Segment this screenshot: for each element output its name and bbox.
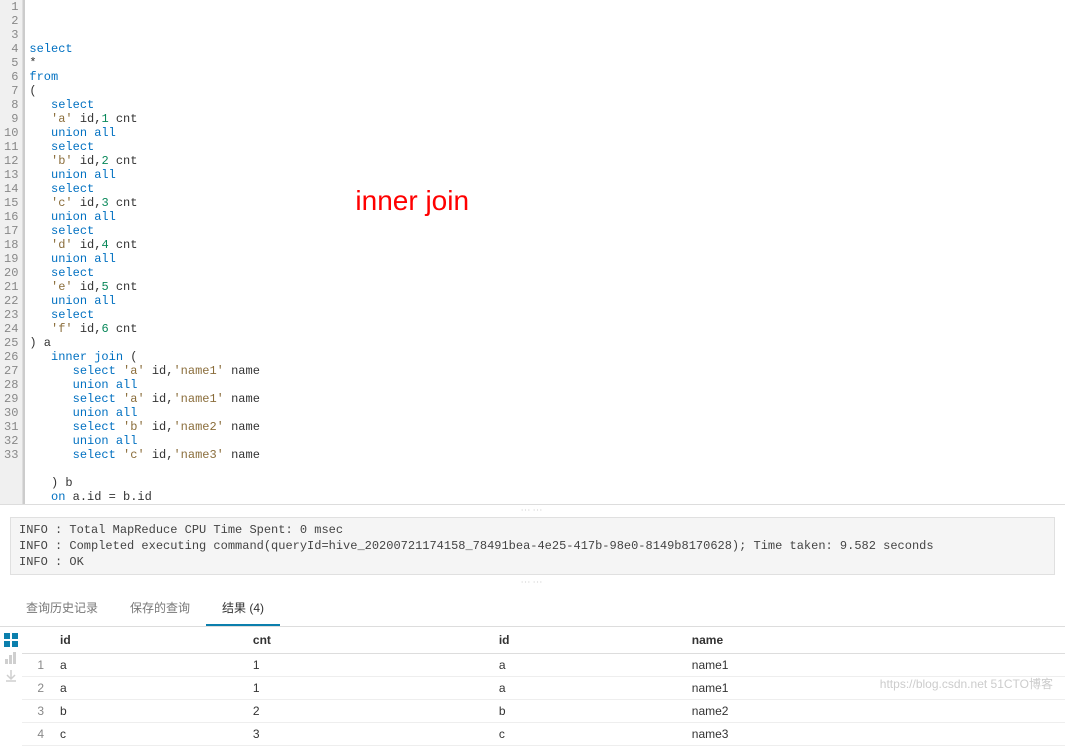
column-header[interactable]: id <box>491 627 684 654</box>
tab-saved[interactable]: 保存的查询 <box>114 591 206 626</box>
cell: 2 <box>245 700 491 723</box>
code-line[interactable]: union all <box>29 406 1065 420</box>
code-line[interactable] <box>29 462 1065 476</box>
cell: c <box>491 723 684 746</box>
code-line[interactable]: select <box>29 182 1065 196</box>
code-line[interactable]: ) b <box>29 476 1065 490</box>
table-row[interactable]: 3b2bname2 <box>22 700 1065 723</box>
download-icon[interactable] <box>4 669 18 683</box>
table-row[interactable]: 1a1aname1 <box>22 654 1065 677</box>
code-line[interactable]: union all <box>29 252 1065 266</box>
code-line[interactable]: ( <box>29 84 1065 98</box>
code-line[interactable]: from <box>29 70 1065 84</box>
code-line[interactable]: select 'b' id,'name2' name <box>29 420 1065 434</box>
grid-icon[interactable] <box>4 633 18 647</box>
code-line[interactable]: 'd' id,4 cnt <box>29 238 1065 252</box>
cell: a <box>491 677 684 700</box>
cell: a <box>52 677 245 700</box>
cell: name2 <box>684 700 1065 723</box>
code-line[interactable]: 'a' id,1 cnt <box>29 112 1065 126</box>
code-line[interactable]: select 'a' id,'name1' name <box>29 392 1065 406</box>
cell: 1 <box>245 654 491 677</box>
code-line[interactable]: ) a <box>29 336 1065 350</box>
code-line[interactable]: select <box>29 308 1065 322</box>
code-area[interactable]: inner join select*from( select 'a' id,1 … <box>23 0 1065 504</box>
tab-history[interactable]: 查询历史记录 <box>10 591 114 626</box>
cell: b <box>491 700 684 723</box>
code-line[interactable]: 'c' id,3 cnt <box>29 196 1065 210</box>
result-tabs: 查询历史记录 保存的查询 结果 (4) <box>0 591 1065 627</box>
cell: c <box>52 723 245 746</box>
code-line[interactable]: union all <box>29 434 1065 448</box>
column-header[interactable]: cnt <box>245 627 491 654</box>
cell: b <box>52 700 245 723</box>
code-line[interactable]: union all <box>29 126 1065 140</box>
code-line[interactable]: union all <box>29 168 1065 182</box>
column-header[interactable]: name <box>684 627 1065 654</box>
code-line[interactable]: select <box>29 266 1065 280</box>
code-line[interactable]: inner join ( <box>29 350 1065 364</box>
code-line[interactable]: 'f' id,6 cnt <box>29 322 1065 336</box>
cell: a <box>491 654 684 677</box>
results-toolbar <box>0 627 22 746</box>
code-line[interactable]: select <box>29 98 1065 112</box>
console-line: INFO : OK <box>19 554 1046 570</box>
cell: 3 <box>245 723 491 746</box>
table-row[interactable]: 4c3cname3 <box>22 723 1065 746</box>
resize-handle[interactable]: ⋯⋯ <box>0 577 1065 587</box>
console-line: INFO : Total MapReduce CPU Time Spent: 0… <box>19 522 1046 538</box>
sql-editor[interactable]: 1234567891011121314151617181920212223242… <box>0 0 1065 505</box>
cell: name1 <box>684 654 1065 677</box>
code-line[interactable]: select <box>29 140 1065 154</box>
resize-handle[interactable]: ⋯⋯ <box>0 505 1065 515</box>
annotation-label: inner join <box>355 194 469 208</box>
code-line[interactable]: union all <box>29 378 1065 392</box>
code-line[interactable]: union all <box>29 210 1065 224</box>
code-line[interactable]: * <box>29 56 1065 70</box>
code-line[interactable]: on a.id = b.id <box>29 490 1065 504</box>
cell: 1 <box>245 677 491 700</box>
watermark: https://blog.csdn.net 51CTO博客 <box>880 675 1053 692</box>
tab-results[interactable]: 结果 (4) <box>206 591 280 626</box>
code-line[interactable]: select 'c' id,'name3' name <box>29 448 1065 462</box>
cell: name3 <box>684 723 1065 746</box>
cell: a <box>52 654 245 677</box>
chart-icon[interactable] <box>4 651 18 665</box>
column-header[interactable] <box>22 627 52 654</box>
code-line[interactable]: select 'a' id,'name1' name <box>29 364 1065 378</box>
line-gutter: 1234567891011121314151617181920212223242… <box>0 0 23 504</box>
code-line[interactable]: union all <box>29 294 1065 308</box>
code-line[interactable]: select <box>29 42 1065 56</box>
console-line: INFO : Completed executing command(query… <box>19 538 1046 554</box>
code-line[interactable]: 'e' id,5 cnt <box>29 280 1065 294</box>
column-header[interactable]: id <box>52 627 245 654</box>
code-line[interactable]: 'b' id,2 cnt <box>29 154 1065 168</box>
console-output: INFO : Total MapReduce CPU Time Spent: 0… <box>10 517 1055 575</box>
code-line[interactable]: select <box>29 224 1065 238</box>
